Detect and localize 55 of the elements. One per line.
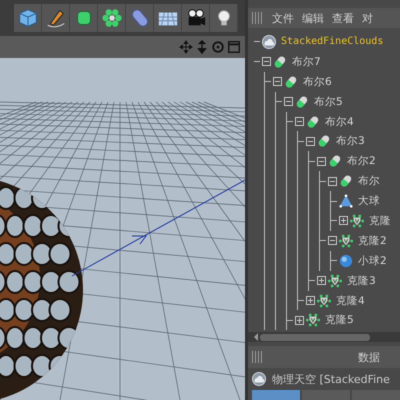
toolbar-button[interactable] — [154, 4, 182, 32]
tree-item[interactable]: 布尔7 — [292, 54, 321, 69]
object-name: 物理天空 [StackedFine — [272, 372, 390, 386]
collapse-toggle[interactable] — [295, 117, 304, 126]
cone-icon — [339, 194, 353, 208]
toolbar-button[interactable] — [182, 4, 210, 32]
tree-item[interactable]: 大球 — [358, 194, 380, 208]
cloner-icon — [317, 294, 331, 308]
tree-item[interactable]: 克隆 — [369, 214, 391, 228]
menu-item[interactable]: 编辑 — [302, 10, 324, 26]
cloud-sphere-icon — [262, 34, 276, 49]
toolbar-button[interactable] — [42, 4, 70, 32]
collapse-toggle[interactable] — [273, 77, 282, 86]
horizontal-scrollbar[interactable] — [248, 332, 400, 342]
cloner-icon — [306, 313, 320, 328]
collapse-toggle[interactable] — [328, 236, 337, 246]
tree-item[interactable]: 布尔3 — [336, 134, 365, 148]
tree-item[interactable]: 小球2 — [358, 254, 387, 268]
toolbar-button[interactable] — [210, 4, 238, 32]
tree-item[interactable]: 布尔2 — [347, 154, 376, 168]
cloner-icon — [339, 234, 353, 248]
toolbar-button[interactable] — [98, 4, 126, 32]
menu-item[interactable]: 对 — [362, 10, 373, 26]
menu-item[interactable]: 数据 — [358, 350, 380, 364]
collapse-toggle[interactable] — [328, 176, 337, 186]
tree-item[interactable]: 布尔4 — [325, 114, 354, 128]
tree-item[interactable]: 克隆4 — [336, 294, 365, 308]
menu-item[interactable]: 文件 — [272, 10, 294, 26]
collapse-toggle[interactable] — [262, 57, 271, 66]
expand-toggle[interactable] — [317, 276, 326, 286]
collapse-toggle[interactable] — [306, 136, 315, 146]
down-arrow-icon[interactable] — [195, 40, 209, 54]
tree-item[interactable]: 克隆3 — [347, 274, 376, 288]
maximize-window-icon[interactable] — [227, 40, 241, 54]
tree-item[interactable]: StackedFineClouds — [281, 36, 384, 48]
expand-toggle[interactable] — [306, 296, 315, 306]
tree-item[interactable]: 克隆2 — [358, 234, 387, 248]
move-arrows-icon[interactable] — [179, 40, 193, 54]
cloud-sphere-icon — [252, 372, 266, 386]
pen-icon — [44, 7, 66, 29]
sphere-icon — [339, 254, 353, 268]
menu-item[interactable]: 查看 — [332, 10, 354, 26]
expand-toggle[interactable] — [295, 316, 304, 325]
collapse-toggle[interactable] — [317, 156, 326, 166]
tree-item[interactable]: 布尔 — [358, 174, 380, 188]
cloner-icon — [350, 214, 364, 228]
expand-toggle[interactable] — [339, 216, 348, 226]
tree-item[interactable]: 布尔6 — [303, 74, 332, 89]
flower-icon — [100, 7, 122, 29]
cube-icon — [16, 7, 38, 29]
collapse-toggle[interactable] — [284, 97, 293, 106]
tree-item[interactable]: 克隆5 — [325, 313, 354, 328]
rotate-icon[interactable] — [211, 40, 225, 54]
cloner-icon — [328, 274, 342, 288]
tree-item[interactable]: 布尔5 — [314, 94, 343, 109]
